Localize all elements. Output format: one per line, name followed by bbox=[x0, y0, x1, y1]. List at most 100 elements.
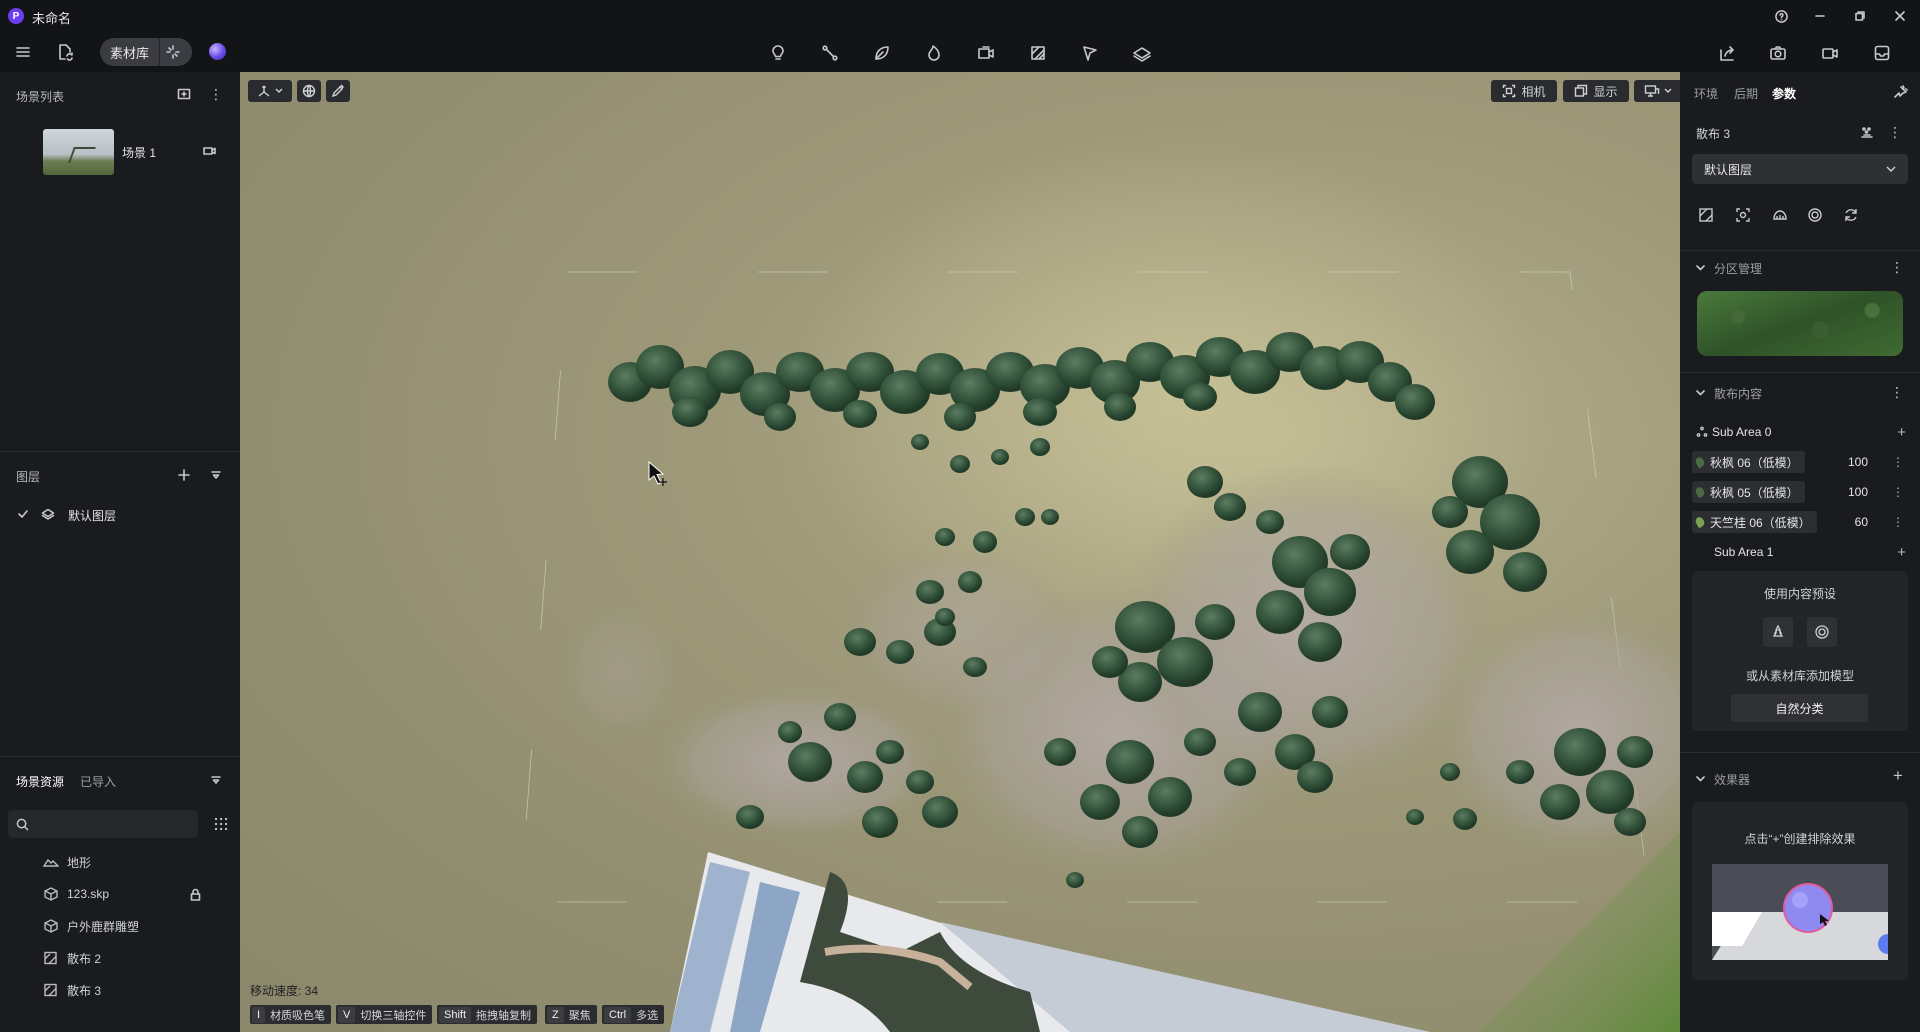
plant-name: 秋枫 06（低模） bbox=[1710, 455, 1799, 470]
layer-select-dropdown[interactable]: 默认图层 bbox=[1692, 154, 1908, 184]
refresh-icon[interactable] bbox=[1838, 202, 1864, 228]
layer-name[interactable]: 默认图层 bbox=[68, 507, 116, 524]
lock-icon[interactable] bbox=[188, 886, 202, 902]
terrain-brush-icon[interactable] bbox=[1767, 202, 1793, 228]
asset-item[interactable]: 散布 3 bbox=[43, 980, 101, 1000]
target-icon[interactable] bbox=[1802, 202, 1828, 228]
asset-item[interactable]: 散布 2 bbox=[43, 948, 101, 968]
asset-name: 户外鹿群雕塑 bbox=[67, 919, 140, 934]
share-icon[interactable] bbox=[1715, 41, 1739, 65]
add-layer-icon[interactable] bbox=[176, 467, 192, 483]
scene-thumbnail[interactable] bbox=[43, 129, 114, 175]
region-draw-icon[interactable] bbox=[1693, 202, 1719, 228]
shortcut-label: 拖拽轴复制 bbox=[476, 1009, 532, 1022]
preset-tree-icon[interactable] bbox=[1763, 617, 1793, 647]
asset-name: 地形 bbox=[67, 855, 92, 870]
assets-filter-icon[interactable] bbox=[208, 772, 224, 788]
light-bulb-icon[interactable] bbox=[766, 41, 790, 65]
tab-imported[interactable]: 已导入 bbox=[80, 773, 116, 790]
ai-assistant-orb-icon[interactable] bbox=[209, 43, 226, 60]
panel-divider bbox=[0, 756, 240, 757]
flame-icon[interactable] bbox=[922, 41, 946, 65]
plant-chip[interactable]: 秋枫 05（低模） bbox=[1692, 481, 1805, 503]
tab-scene-assets[interactable]: 场景资源 bbox=[16, 773, 64, 790]
tab-environment[interactable]: 环境 bbox=[1694, 85, 1718, 102]
left-panel bbox=[0, 72, 240, 1032]
scene-camera-icon[interactable] bbox=[202, 143, 218, 159]
chevron-down-icon[interactable] bbox=[1694, 773, 1706, 785]
camera-button[interactable]: 相机 bbox=[1491, 80, 1557, 102]
plant-more-icon[interactable]: ⋮ bbox=[1892, 485, 1904, 499]
tab-params[interactable]: 参数 bbox=[1772, 85, 1796, 102]
plant-row[interactable]: 秋枫 06（低模） 100 ⋮ bbox=[1692, 450, 1908, 474]
zone-thumbnail[interactable] bbox=[1697, 291, 1903, 356]
natural-category-button[interactable]: 自然分类 bbox=[1731, 694, 1868, 722]
use-preset-text: 使用内容预设 bbox=[1763, 587, 1836, 601]
tab-post[interactable]: 后期 bbox=[1734, 85, 1758, 102]
scene-list-more-icon[interactable]: ⋮ bbox=[208, 86, 224, 102]
plant-count[interactable]: 100 bbox=[1848, 455, 1868, 469]
3d-viewport[interactable]: 相机 显示 bbox=[240, 72, 1680, 1032]
shortcut-label: 聚焦 bbox=[568, 1009, 591, 1022]
add-effector-icon[interactable]: + bbox=[1890, 766, 1906, 785]
flag-pin-icon[interactable] bbox=[1078, 41, 1102, 65]
camera-icon[interactable] bbox=[1766, 41, 1790, 65]
plant-row[interactable]: 秋枫 05（低模） 100 ⋮ bbox=[1692, 480, 1908, 504]
object-more-icon[interactable]: ⋮ bbox=[1888, 123, 1902, 141]
asset-item[interactable]: 123.skp bbox=[43, 884, 109, 904]
view-mode-dropdown[interactable] bbox=[1634, 80, 1680, 102]
help-icon[interactable] bbox=[1771, 6, 1791, 26]
content-more-icon[interactable]: ⋮ bbox=[1890, 384, 1904, 400]
minimize-icon[interactable] bbox=[1810, 6, 1830, 26]
transform-mode-dropdown[interactable] bbox=[248, 80, 292, 102]
asset-item[interactable]: 地形 bbox=[43, 852, 91, 872]
plant-name: 秋枫 05（低模） bbox=[1710, 485, 1799, 500]
plant-more-icon[interactable]: ⋮ bbox=[1892, 515, 1904, 529]
sub-area-row[interactable]: Sub Area 1 + bbox=[1692, 540, 1908, 564]
close-icon[interactable] bbox=[1890, 6, 1910, 26]
file-sync-icon[interactable] bbox=[54, 41, 76, 63]
add-scene-icon[interactable] bbox=[176, 86, 192, 102]
globe-icon[interactable] bbox=[297, 80, 321, 102]
asset-search-input[interactable] bbox=[8, 810, 198, 838]
plant-count[interactable]: 60 bbox=[1855, 515, 1868, 529]
layer-check-icon[interactable] bbox=[16, 507, 30, 521]
path-icon[interactable] bbox=[818, 41, 842, 65]
asset-name: 123.skp bbox=[67, 887, 110, 901]
scatter-settings-icon[interactable] bbox=[1858, 123, 1876, 141]
plant-count[interactable]: 100 bbox=[1848, 485, 1868, 499]
sub-area-row[interactable]: Sub Area 0 + bbox=[1692, 420, 1908, 444]
video-camera-icon[interactable] bbox=[1818, 41, 1842, 65]
chevron-down-icon[interactable] bbox=[1694, 387, 1706, 399]
chevron-down-icon bbox=[1664, 88, 1672, 93]
restore-icon[interactable] bbox=[1850, 6, 1870, 26]
layers-filter-icon[interactable] bbox=[208, 467, 224, 483]
pattern-icon[interactable] bbox=[1026, 41, 1050, 65]
inbox-icon[interactable] bbox=[1870, 41, 1894, 65]
chevron-down-icon[interactable] bbox=[1694, 262, 1706, 274]
layers-icon[interactable] bbox=[1130, 41, 1154, 65]
plant-more-icon[interactable]: ⋮ bbox=[1892, 455, 1904, 469]
scene-name[interactable]: 场景 1 bbox=[122, 144, 156, 161]
leaf-icon[interactable] bbox=[870, 41, 894, 65]
plant-chip[interactable]: 天竺桂 06（低模） bbox=[1692, 511, 1817, 533]
shortcut-hint: V 切换三轴控件 bbox=[336, 1005, 433, 1024]
display-button[interactable]: 显示 bbox=[1563, 80, 1629, 102]
preset-target-icon[interactable] bbox=[1807, 617, 1837, 647]
video-export-icon[interactable] bbox=[974, 41, 998, 65]
add-icon[interactable]: + bbox=[1897, 544, 1906, 561]
zone-more-icon[interactable]: ⋮ bbox=[1890, 259, 1904, 275]
eyedropper-icon[interactable] bbox=[326, 80, 350, 102]
plant-chip[interactable]: 秋枫 06（低模） bbox=[1692, 451, 1805, 473]
asset-item[interactable]: 户外鹿群雕塑 bbox=[43, 916, 139, 936]
grid-view-icon[interactable] bbox=[212, 815, 230, 833]
tree-icon bbox=[1694, 455, 1706, 469]
asset-library-button[interactable]: 素材库 bbox=[100, 38, 192, 66]
add-icon[interactable]: + bbox=[1897, 424, 1906, 441]
hamburger-menu-icon[interactable] bbox=[12, 41, 34, 63]
focus-frame-icon[interactable] bbox=[1730, 202, 1756, 228]
pin-sparkle-icon[interactable] bbox=[1891, 83, 1909, 101]
plant-row[interactable]: 天竺桂 06（低模） 60 ⋮ bbox=[1692, 510, 1908, 534]
ai-sparkle-icon[interactable] bbox=[160, 38, 186, 66]
scatter-icon bbox=[44, 951, 57, 965]
